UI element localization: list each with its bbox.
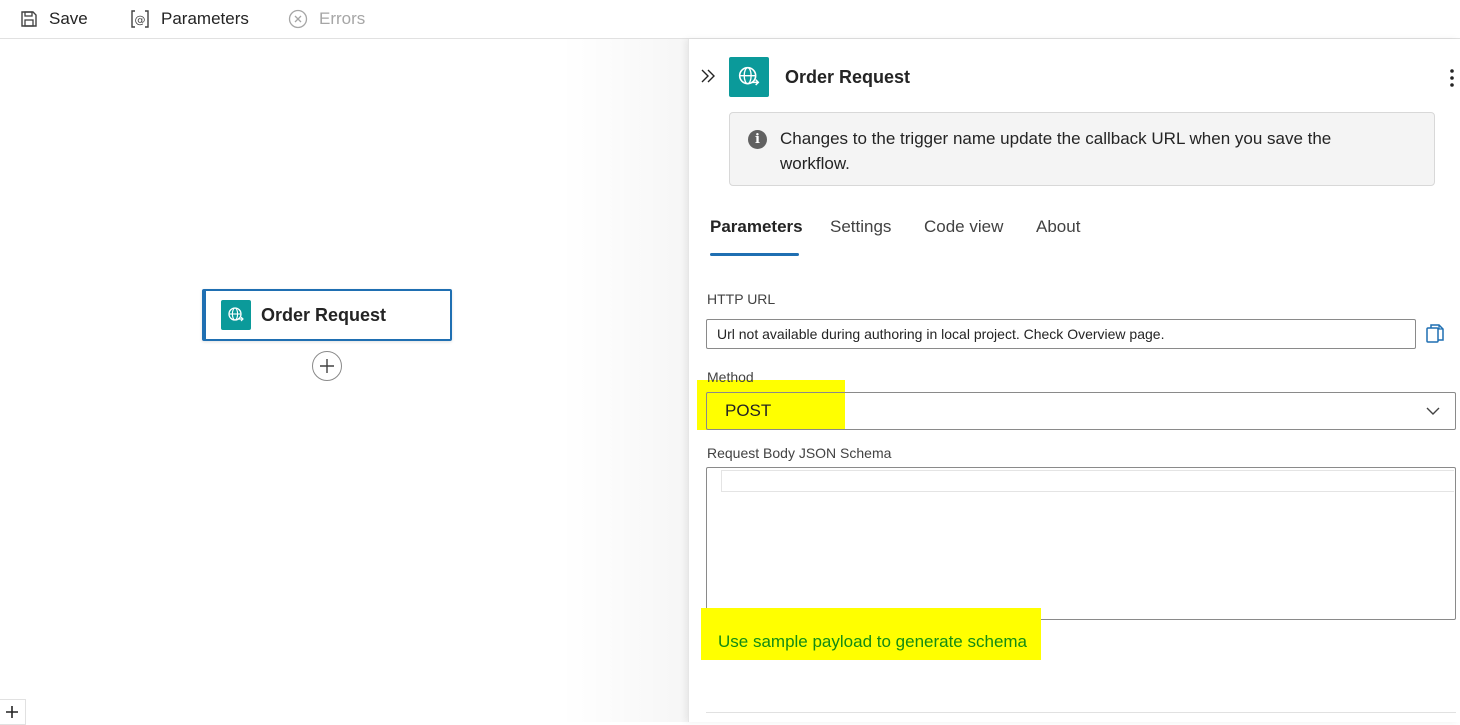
errors-button[interactable]: Errors bbox=[288, 0, 365, 38]
method-select[interactable]: POST bbox=[706, 392, 1456, 430]
workflow-canvas[interactable]: Order Request bbox=[0, 39, 688, 725]
parameters-icon: @ bbox=[131, 10, 149, 28]
add-step-button[interactable] bbox=[312, 351, 342, 381]
copy-icon[interactable] bbox=[1425, 323, 1445, 345]
globe-request-icon bbox=[221, 300, 251, 330]
double-chevron-right-icon[interactable] bbox=[699, 65, 717, 87]
divider bbox=[706, 712, 1456, 713]
schema-label: Request Body JSON Schema bbox=[707, 445, 892, 461]
method-label: Method bbox=[707, 369, 754, 385]
errors-label: Errors bbox=[319, 9, 366, 28]
http-url-field[interactable]: Url not available during authoring in lo… bbox=[706, 319, 1416, 349]
tab-about[interactable]: About bbox=[1036, 217, 1080, 237]
schema-editor[interactable] bbox=[706, 467, 1456, 620]
globe-request-icon bbox=[729, 57, 769, 97]
parameters-button[interactable]: @ Parameters bbox=[130, 0, 249, 38]
designer-toolbar: Save @ Parameters Errors bbox=[0, 0, 1460, 39]
plus-icon bbox=[320, 359, 334, 373]
panel-title[interactable]: Order Request bbox=[785, 67, 910, 88]
save-icon bbox=[21, 11, 37, 27]
error-circle-icon bbox=[288, 9, 308, 29]
info-icon: i bbox=[748, 130, 767, 149]
tab-code-view[interactable]: Code view bbox=[924, 217, 1003, 237]
active-tab-indicator bbox=[710, 253, 799, 256]
save-button[interactable]: Save bbox=[20, 0, 88, 38]
info-message-bar: i Changes to the trigger name update the… bbox=[729, 112, 1435, 186]
save-label: Save bbox=[49, 9, 88, 28]
tab-parameters[interactable]: Parameters bbox=[710, 217, 803, 237]
method-value: POST bbox=[725, 401, 772, 420]
trigger-node-order-request[interactable]: Order Request bbox=[202, 289, 452, 341]
editor-current-line bbox=[721, 470, 1454, 492]
parameters-label: Parameters bbox=[161, 9, 249, 28]
svg-text:@: @ bbox=[135, 14, 146, 27]
sample-payload-link[interactable]: Use sample payload to generate schema bbox=[718, 632, 1027, 652]
chevron-down-icon bbox=[1426, 407, 1440, 415]
tab-settings[interactable]: Settings bbox=[830, 217, 891, 237]
details-panel: Order Request i Changes to the trigger n… bbox=[688, 39, 1460, 722]
plus-icon bbox=[6, 706, 18, 718]
more-vertical-icon[interactable] bbox=[1445, 65, 1459, 91]
node-title: Order Request bbox=[261, 304, 387, 325]
info-message-text: Changes to the trigger name update the c… bbox=[780, 129, 1332, 173]
canvas-shadow bbox=[560, 39, 688, 722]
zoom-in-button[interactable] bbox=[0, 699, 26, 725]
http-url-label: HTTP URL bbox=[707, 291, 776, 307]
